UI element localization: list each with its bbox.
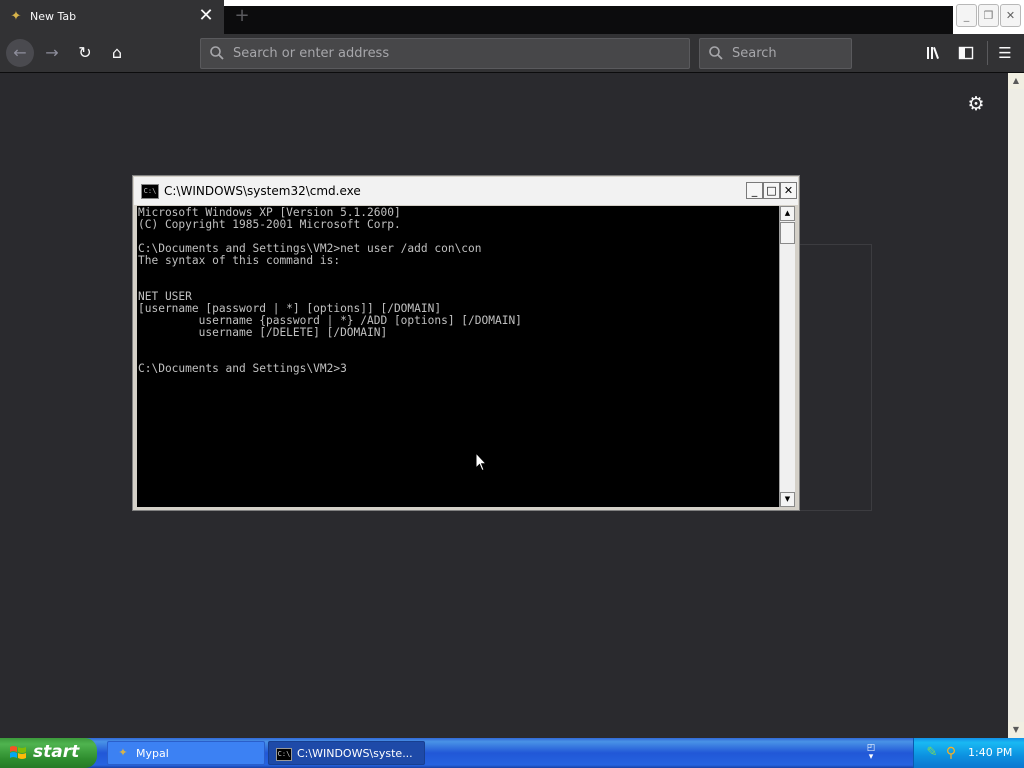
network-icon[interactable]: ✎ — [924, 745, 940, 761]
search-icon — [709, 46, 723, 60]
window-controls: _ ❐ ✕ — [953, 0, 1024, 34]
taskbar-item-cmd[interactable]: C:\ C:\WINDOWS\syste... — [268, 741, 425, 765]
reload-icon[interactable]: ↻ — [71, 39, 99, 67]
address-placeholder: Search or enter address — [233, 46, 390, 61]
clock: 1:40 PM — [968, 746, 1013, 759]
start-button[interactable]: start — [0, 738, 97, 768]
scroll-up-arrow-icon[interactable]: ▲ — [780, 206, 795, 221]
taskbar-item-label: Mypal — [136, 747, 169, 760]
address-bar[interactable]: Search or enter address — [200, 38, 690, 69]
minimize-window-button[interactable]: _ — [956, 4, 977, 27]
console-text: Microsoft Windows XP [Version 5.1.2600] … — [138, 206, 522, 375]
scroll-down-arrow-icon[interactable]: ▼ — [1008, 722, 1024, 738]
tab-title: New Tab — [30, 10, 77, 23]
forward-icon[interactable]: → — [38, 39, 66, 67]
gear-icon[interactable]: ⚙ — [966, 94, 986, 114]
page-scrollbar[interactable]: ▲ ▼ — [1008, 73, 1024, 738]
scroll-thumb[interactable] — [780, 222, 795, 244]
cmd-window[interactable]: C:\ C:\WINDOWS\system32\cmd.exe _ □ ✕ Mi… — [132, 175, 800, 511]
cmd-title: C:\WINDOWS\system32\cmd.exe — [164, 184, 361, 198]
scroll-down-arrow-icon[interactable]: ▼ — [780, 492, 795, 507]
cmd-maximize-button[interactable]: □ — [763, 182, 780, 199]
home-icon[interactable]: ⌂ — [103, 39, 131, 67]
taskbar-item-mypal[interactable]: ✦ Mypal — [107, 741, 265, 765]
mouse-pointer-icon — [475, 452, 487, 472]
system-tray: ✎ ⚲ 1:40 PM — [913, 738, 1024, 768]
toolbar-separator — [987, 41, 988, 65]
hamburger-menu-icon[interactable]: ☰ — [991, 39, 1019, 67]
close-tab-icon[interactable]: ✕ — [198, 6, 214, 26]
search-placeholder: Search — [732, 46, 777, 61]
console-output[interactable]: Microsoft Windows XP [Version 5.1.2600] … — [137, 206, 779, 507]
back-icon[interactable]: ← — [6, 39, 34, 67]
cmd-minimize-button[interactable]: _ — [746, 182, 763, 199]
library-icon[interactable] — [920, 39, 948, 67]
mypal-icon: ✦ — [118, 746, 128, 759]
cmd-titlebar[interactable]: C:\ C:\WINDOWS\system32\cmd.exe _ □ ✕ — [134, 177, 798, 205]
show-hidden-icons-icon[interactable]: ◰ ▾ — [864, 744, 878, 762]
close-window-button[interactable]: ✕ — [1000, 4, 1021, 27]
scroll-up-arrow-icon[interactable]: ▲ — [1008, 73, 1024, 89]
window-frame-top — [224, 0, 953, 6]
tab-new-tab[interactable]: ✦ New Tab ✕ — [0, 0, 224, 34]
windows-flag-icon — [9, 744, 27, 762]
search-tray-icon[interactable]: ⚲ — [943, 745, 959, 761]
background-panel — [790, 244, 872, 511]
cmd-scrollbar[interactable]: ▲ ▼ — [779, 206, 795, 507]
cmd-icon: C:\ — [276, 748, 292, 761]
new-tab-icon[interactable]: + — [232, 6, 252, 26]
mypal-icon: ✦ — [10, 9, 22, 24]
restore-window-button[interactable]: ❐ — [978, 4, 999, 27]
search-icon — [210, 46, 224, 60]
taskbar: start ✦ Mypal C:\ C:\WINDOWS\syste... ◰ ▾… — [0, 738, 1024, 768]
search-bar[interactable]: Search — [699, 38, 852, 69]
start-label: start — [33, 742, 80, 762]
cmd-icon: C:\ — [141, 184, 159, 199]
sidebar-icon[interactable] — [952, 39, 980, 67]
taskbar-item-label: C:\WINDOWS\syste... — [297, 747, 413, 760]
navigation-toolbar: ← → ↻ ⌂ Search or enter address Search ☰ — [0, 34, 1024, 73]
cmd-close-button[interactable]: ✕ — [780, 182, 797, 199]
